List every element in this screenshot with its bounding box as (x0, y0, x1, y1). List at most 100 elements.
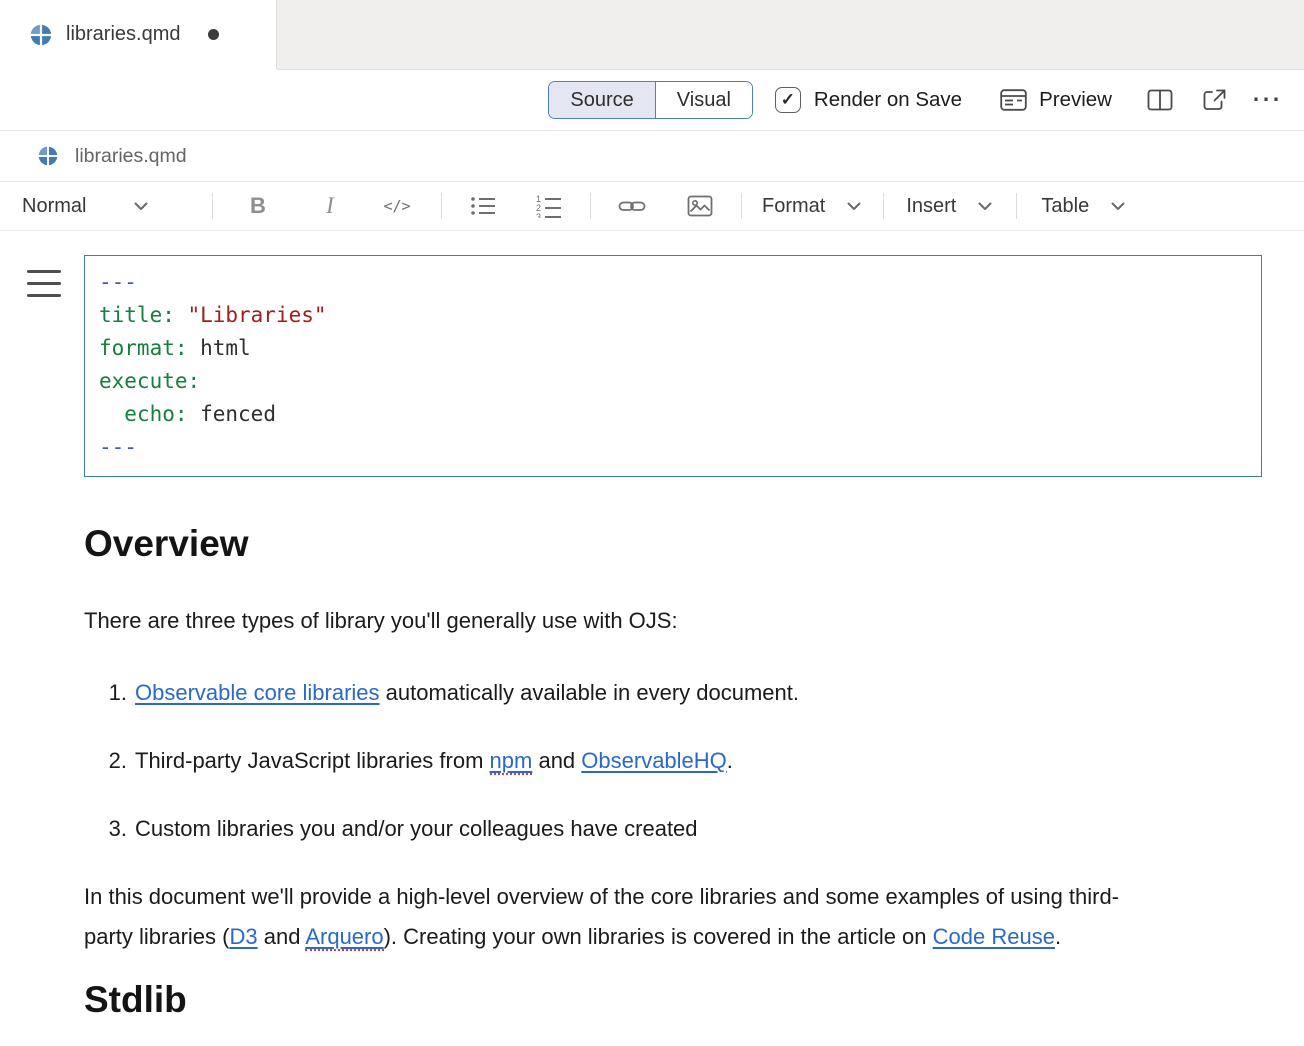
chevron-down-icon (134, 202, 148, 211)
toolbar-divider (590, 193, 591, 219)
bold-button[interactable]: B (233, 189, 283, 223)
npm-link[interactable]: npm (490, 748, 533, 775)
toolbar-divider (883, 193, 884, 219)
checkmark-icon: ✓ (781, 90, 795, 110)
preview-label: Preview (1039, 88, 1112, 112)
italic-button[interactable]: I (305, 189, 355, 223)
yaml-format-value: html (200, 336, 251, 360)
link-chain-icon (618, 195, 646, 217)
quarto-logo-icon (30, 24, 52, 46)
table-dropdown-label: Table (1041, 195, 1089, 218)
yaml-front-matter-block[interactable]: --- title: "Libraries" format: html execut… (84, 255, 1262, 477)
breadcrumb-filename[interactable]: libraries.qmd (75, 145, 187, 168)
closing-after: ). Creating your own libraries is covere… (384, 924, 933, 949)
closing-mid: and (258, 924, 306, 949)
unsaved-changes-dot (208, 29, 219, 40)
bulleted-list-button[interactable] (460, 189, 506, 223)
format-toolbar: Normal B I </> 1 2 (0, 182, 1304, 231)
tab-libraries-qmd[interactable]: libraries.qmd (0, 0, 277, 69)
image-icon (687, 195, 713, 217)
format-dropdown-label: Format (762, 195, 825, 218)
editor-window: libraries.qmd Source Visual ✓ Render on … (0, 0, 1304, 1046)
toolbar-divider (441, 193, 442, 219)
stdlib-heading: Stdlib (84, 979, 1262, 1021)
list-item-text: Custom libraries you and/or your colleag… (135, 809, 698, 849)
yaml-open-delimiter: --- (99, 270, 137, 294)
list-item: 1. Observable core libraries automatical… (84, 673, 1184, 713)
format-dropdown[interactable]: Format (762, 195, 861, 218)
paragraph-style-label: Normal (22, 195, 86, 218)
list-item-text: Third-party JavaScript libraries from np… (135, 741, 733, 781)
mode-toggle: Source Visual (548, 81, 753, 119)
visual-editor-canvas: --- title: "Libraries" format: html execut… (0, 231, 1304, 1021)
numbered-list-icon: 1 2 3 (536, 194, 563, 218)
quarto-logo-icon (38, 146, 58, 166)
insert-link-button[interactable] (609, 189, 655, 223)
visual-mode-button[interactable]: Visual (656, 82, 752, 118)
render-on-save-label: Render on Save (814, 88, 962, 112)
yaml-line: title: "Libraries" (99, 299, 1247, 332)
closing-end: . (1055, 924, 1061, 949)
yaml-echo-value: fenced (200, 402, 276, 426)
block-drag-handle-icon[interactable] (27, 270, 61, 297)
list-item-pre: Third-party JavaScript libraries from (135, 748, 490, 773)
insert-dropdown[interactable]: Insert (906, 195, 992, 218)
external-link-icon (1202, 88, 1227, 112)
numbered-list-button[interactable]: 1 2 3 (526, 189, 572, 223)
bulleted-list-icon (470, 195, 497, 217)
list-item-end: . (727, 748, 733, 773)
yaml-execute-key: execute: (99, 369, 200, 393)
chevron-down-icon (978, 202, 992, 211)
arquero-link[interactable]: Arquero (305, 924, 383, 951)
preview-icon (1000, 88, 1027, 112)
tab-title: libraries.qmd (66, 23, 180, 46)
closing-paragraph: In this document we'll provide a high-le… (84, 877, 1147, 957)
render-on-save-row: ✓ Render on Save (775, 87, 962, 113)
toolbar-divider (741, 193, 742, 219)
preview-button[interactable]: Preview (1000, 88, 1112, 112)
library-types-list: 1. Observable core libraries automatical… (84, 673, 1262, 849)
more-actions-button[interactable]: ⋯ (1250, 84, 1282, 116)
yaml-line: echo: fenced (99, 398, 1247, 431)
render-on-save-checkbox[interactable]: ✓ (775, 87, 801, 113)
yaml-line: --- (99, 266, 1247, 299)
ellipsis-icon: ⋯ (1251, 85, 1281, 115)
intro-paragraph: There are three types of library you'll … (84, 601, 1147, 641)
code-button[interactable]: </> (369, 189, 425, 223)
toolbar-divider (212, 193, 213, 219)
yaml-line: --- (99, 431, 1247, 464)
overview-heading: Overview (84, 523, 1262, 565)
open-external-button[interactable] (1198, 84, 1230, 116)
yaml-echo-key: echo: (124, 402, 187, 426)
list-item-text: Observable core libraries automatically … (135, 673, 799, 713)
list-item: 2. Third-party JavaScript libraries from… (84, 741, 1184, 781)
yaml-title-value: "Libraries" (187, 303, 326, 327)
editor-action-bar: Source Visual ✓ Render on Save (0, 70, 1304, 131)
source-mode-button[interactable]: Source (549, 82, 655, 118)
insert-dropdown-label: Insert (906, 195, 956, 218)
split-editor-button[interactable] (1144, 84, 1176, 116)
observable-core-libraries-link[interactable]: Observable core libraries (135, 680, 380, 705)
chevron-down-icon (1111, 202, 1125, 211)
yaml-indent (99, 402, 124, 426)
yaml-title-key: title: (99, 303, 175, 327)
tab-bar: libraries.qmd (0, 0, 1304, 70)
svg-text:3: 3 (536, 212, 541, 218)
code-reuse-link[interactable]: Code Reuse (933, 924, 1055, 949)
split-editor-icon (1147, 88, 1173, 112)
paragraph-style-dropdown[interactable]: Normal (22, 195, 148, 218)
list-item-mid: and (532, 748, 581, 773)
d3-link[interactable]: D3 (229, 924, 257, 949)
list-item-number: 1. (84, 673, 127, 713)
yaml-line: execute: (99, 365, 1247, 398)
table-dropdown[interactable]: Table (1041, 195, 1125, 218)
list-item: 3. Custom libraries you and/or your coll… (84, 809, 1184, 849)
toolbar-divider (1016, 193, 1017, 219)
yaml-format-key: format: (99, 336, 188, 360)
breadcrumb: libraries.qmd (0, 131, 1304, 182)
yaml-line: format: html (99, 332, 1247, 365)
observablehq-link[interactable]: ObservableHQ (581, 748, 727, 773)
insert-image-button[interactable] (677, 189, 723, 223)
list-item-rest: automatically available in every documen… (380, 680, 799, 705)
yaml-close-delimiter: --- (99, 435, 137, 459)
